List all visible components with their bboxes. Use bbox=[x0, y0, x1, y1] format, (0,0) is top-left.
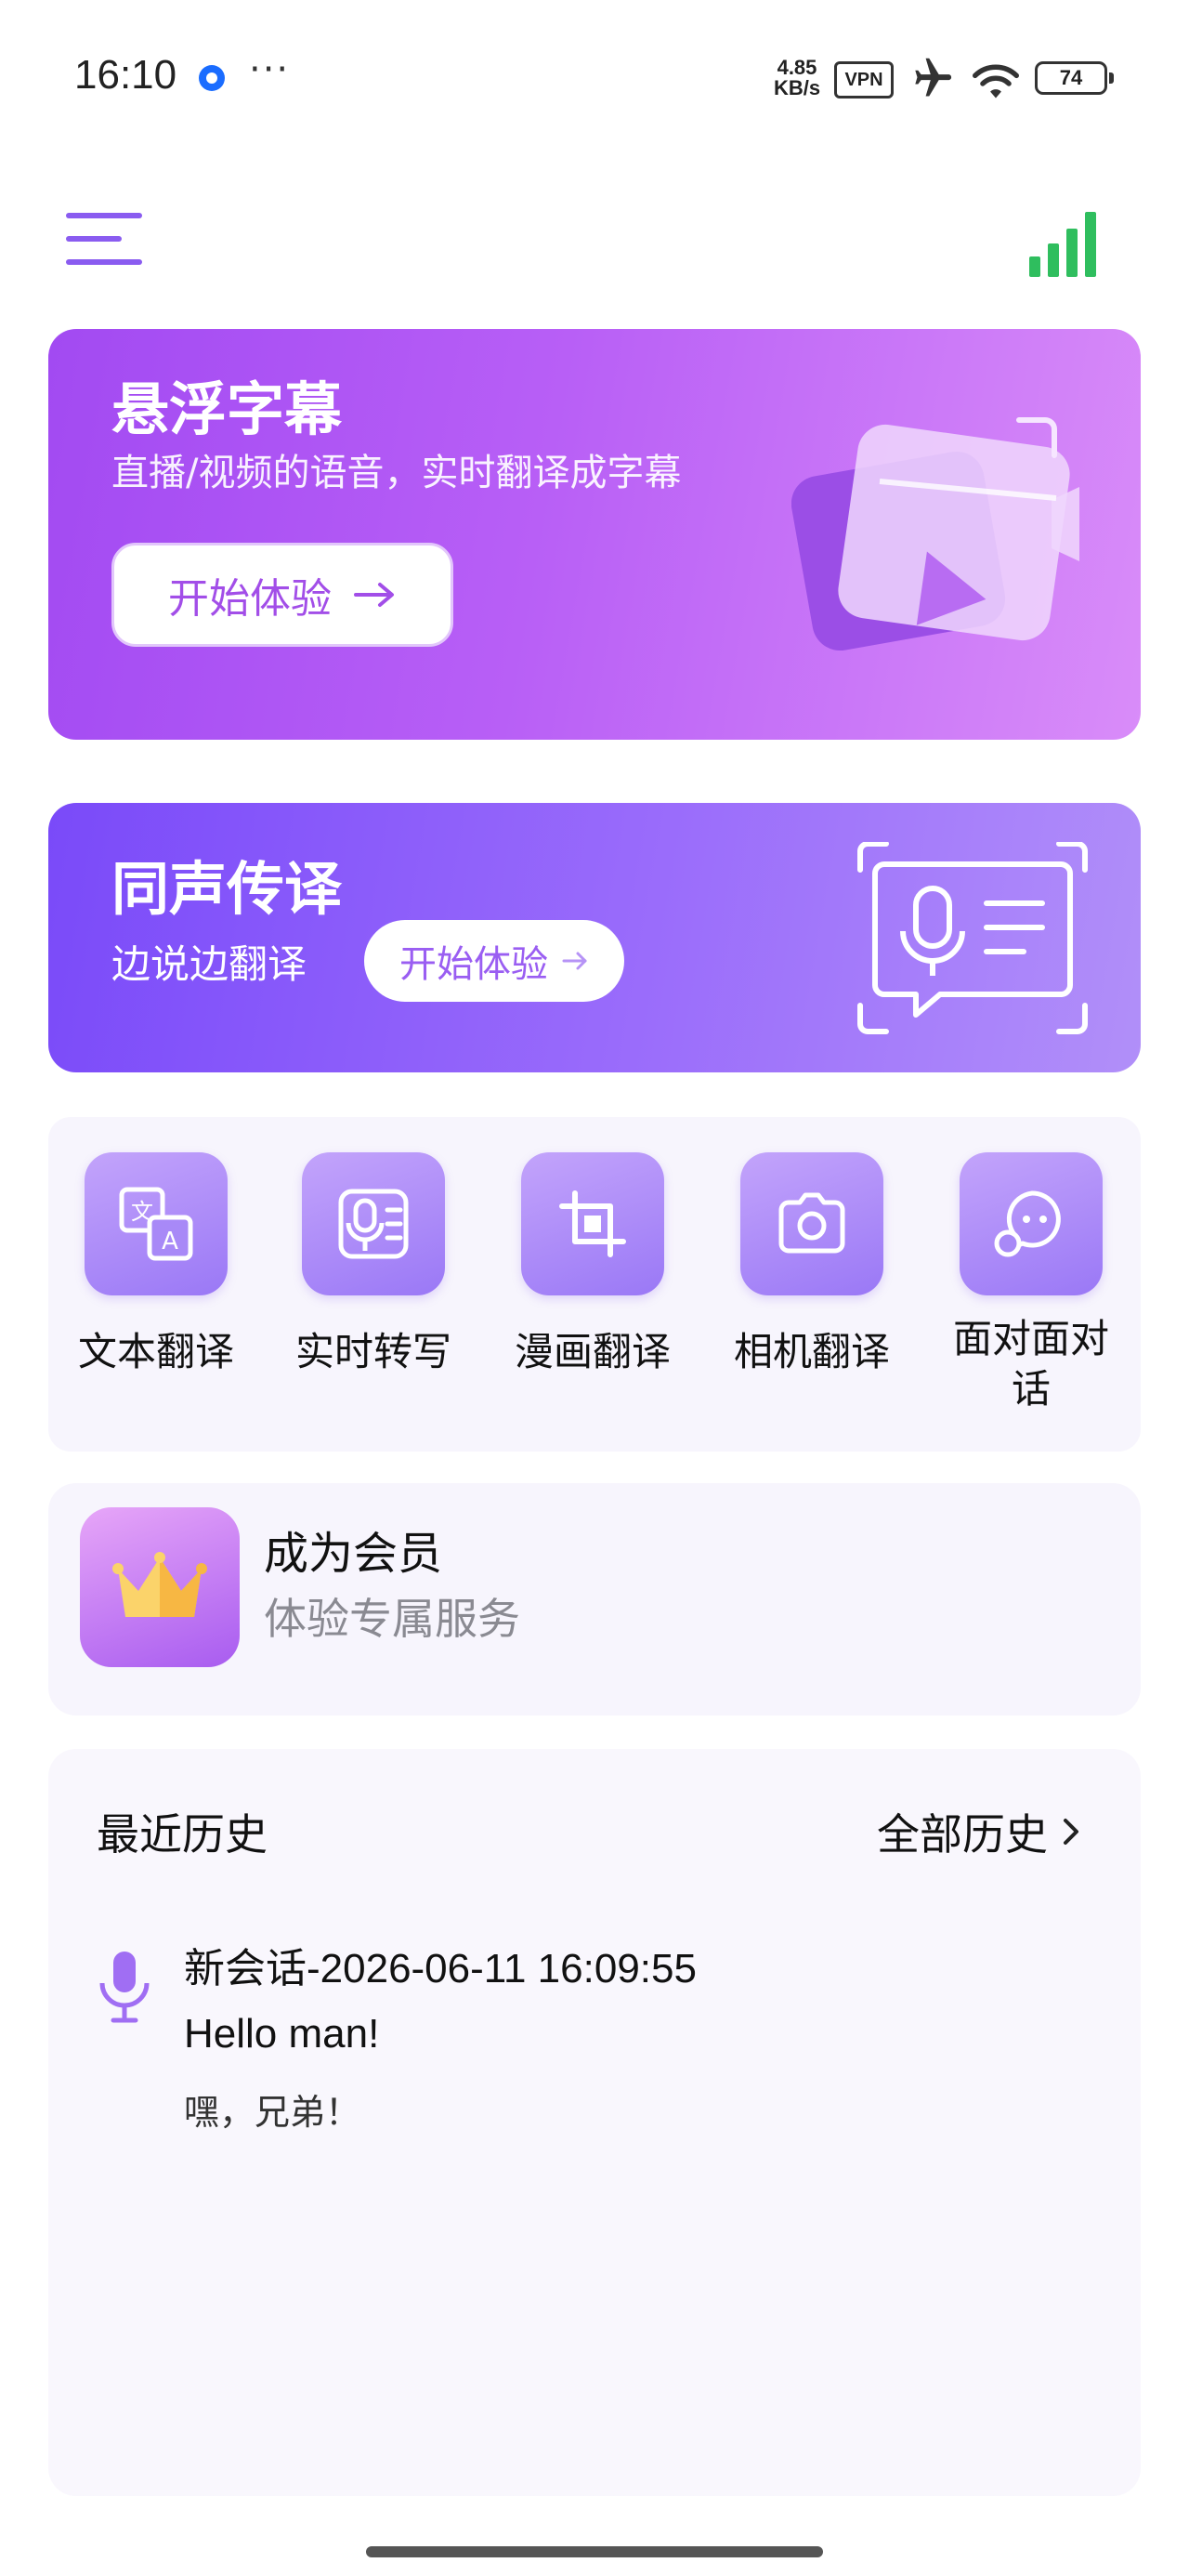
microphone-icon bbox=[99, 1952, 150, 2023]
voice-transcribe-icon bbox=[302, 1152, 445, 1295]
svg-text:文: 文 bbox=[131, 1199, 153, 1225]
simultaneous-interpretation-banner[interactable]: 同声传译 边说边翻译 开始体验 bbox=[48, 803, 1141, 1072]
feature-comic-translate[interactable]: 漫画翻译 bbox=[500, 1152, 686, 1377]
feature-text-translate[interactable]: 文 A 文本翻译 bbox=[63, 1152, 249, 1377]
app-notification-icon bbox=[199, 65, 225, 91]
status-time: 16:10 bbox=[74, 52, 177, 98]
airplane-icon bbox=[915, 58, 952, 97]
crop-icon bbox=[521, 1152, 664, 1295]
history-item-source: Hello man! bbox=[184, 2011, 380, 2057]
home-indicator[interactable] bbox=[366, 2546, 823, 2557]
feature-label: 漫画翻译 bbox=[514, 1329, 671, 1374]
text-translate-icon: 文 A bbox=[85, 1152, 228, 1295]
membership-subtitle: 体验专属服务 bbox=[264, 1594, 520, 1644]
network-speed-unit: KB/s bbox=[773, 76, 821, 99]
all-history-link[interactable]: 全部历史 bbox=[877, 1801, 1081, 1862]
chat-bubbles-icon bbox=[960, 1152, 1103, 1295]
chevron-right-icon bbox=[1064, 1819, 1078, 1845]
all-history-label: 全部历史 bbox=[877, 1809, 1048, 1860]
banner-title: 悬浮字幕 bbox=[111, 375, 343, 443]
status-bar: 16:10 ··· 4.85 KB/s VPN 74 bbox=[0, 0, 1189, 158]
banner-title: 同声传译 bbox=[111, 855, 343, 923]
start-interpretation-button[interactable]: 开始体验 bbox=[364, 920, 624, 1002]
arrow-right-icon bbox=[354, 583, 394, 607]
camera-icon bbox=[740, 1152, 883, 1295]
banner-subtitle: 直播/视频的语音，实时翻译成字幕 bbox=[111, 452, 682, 494]
membership-title: 成为会员 bbox=[264, 1528, 443, 1580]
feature-face-to-face[interactable]: 面对面对话 bbox=[938, 1152, 1124, 1414]
feature-realtime-transcribe[interactable]: 实时转写 bbox=[281, 1152, 466, 1377]
history-title: 最近历史 bbox=[97, 1809, 268, 1860]
arrow-right-icon bbox=[562, 952, 587, 970]
button-label: 开始体验 bbox=[168, 575, 332, 623]
start-subtitles-button[interactable]: 开始体验 bbox=[111, 543, 453, 647]
vpn-icon: VPN bbox=[834, 61, 894, 99]
crown-icon bbox=[80, 1507, 240, 1667]
membership-card[interactable]: 成为会员 体验专属服务 bbox=[48, 1483, 1141, 1715]
voice-chat-icon bbox=[857, 842, 1088, 1034]
history-item-translation: 嘿，兄弟！ bbox=[184, 2092, 361, 2133]
svg-text:A: A bbox=[162, 1228, 178, 1255]
floating-subtitles-banner[interactable]: 悬浮字幕 直播/视频的语音，实时翻译成字幕 开始体验 bbox=[48, 329, 1141, 740]
recent-history-panel: 最近历史 全部历史 新会话-2026-06-11 16:09:55 Hello … bbox=[48, 1749, 1141, 2496]
feature-camera-translate[interactable]: 相机翻译 bbox=[719, 1152, 905, 1377]
feature-label: 面对面对话 bbox=[952, 1316, 1109, 1412]
more-dots-icon: ··· bbox=[249, 48, 291, 91]
menu-icon[interactable] bbox=[65, 210, 143, 268]
button-label: 开始体验 bbox=[399, 943, 548, 986]
history-item-title: 新会话-2026-06-11 16:09:55 bbox=[184, 1946, 697, 1991]
network-speed-value: 4.85 bbox=[777, 56, 817, 79]
video-clapper-icon bbox=[791, 417, 1079, 651]
feature-label: 相机翻译 bbox=[733, 1329, 890, 1374]
signal-strength-icon[interactable] bbox=[1027, 210, 1100, 277]
feature-grid: 文 A 文本翻译 实时转写 漫画翻译 相机翻译 面对面对话 bbox=[48, 1117, 1141, 1452]
feature-label: 实时转写 bbox=[294, 1329, 451, 1374]
battery-icon: 74 bbox=[1035, 61, 1114, 95]
network-speed: 4.85 KB/s bbox=[767, 58, 827, 99]
wifi-icon bbox=[973, 64, 1019, 99]
feature-label: 文本翻译 bbox=[77, 1329, 234, 1374]
banner-subtitle: 边说边翻译 bbox=[111, 941, 307, 987]
